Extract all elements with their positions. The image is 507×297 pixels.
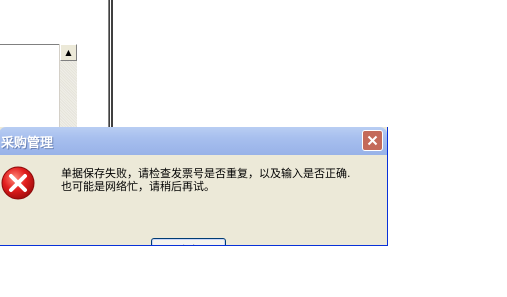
dialog-title-bar[interactable]: 采购管理 bbox=[0, 127, 387, 155]
scroll-up-arrow-icon[interactable]: ▲ bbox=[60, 44, 77, 61]
error-icon bbox=[1, 166, 35, 200]
background-list-area bbox=[0, 44, 60, 130]
error-message-line-2: 也可能是网络忙，请稍后再试。 bbox=[61, 180, 215, 193]
background-window-border-dark bbox=[111, 0, 113, 130]
background-scrollbar[interactable]: ▲ bbox=[59, 44, 77, 129]
dialog-title: 采购管理 bbox=[1, 136, 54, 151]
background-window-border bbox=[108, 0, 110, 130]
close-button[interactable] bbox=[362, 130, 383, 151]
error-message-line-1: 单据保存失败，请检查发票号是否重复，以及输入是否正确. bbox=[61, 167, 351, 180]
error-message: 单据保存失败，请检查发票号是否重复，以及输入是否正确. 也可能是网络忙，请稍后再… bbox=[61, 167, 351, 193]
error-dialog: 采购管理 单据保存失败，请检查发票号是否重复，以及输入是否正确. 也可能是网络忙… bbox=[0, 127, 388, 246]
dialog-body: 单据保存失败，请检查发票号是否重复，以及输入是否正确. 也可能是网络忙，请稍后再… bbox=[0, 155, 387, 245]
ok-button[interactable]: 确定 bbox=[151, 238, 226, 245]
close-icon bbox=[367, 135, 378, 146]
